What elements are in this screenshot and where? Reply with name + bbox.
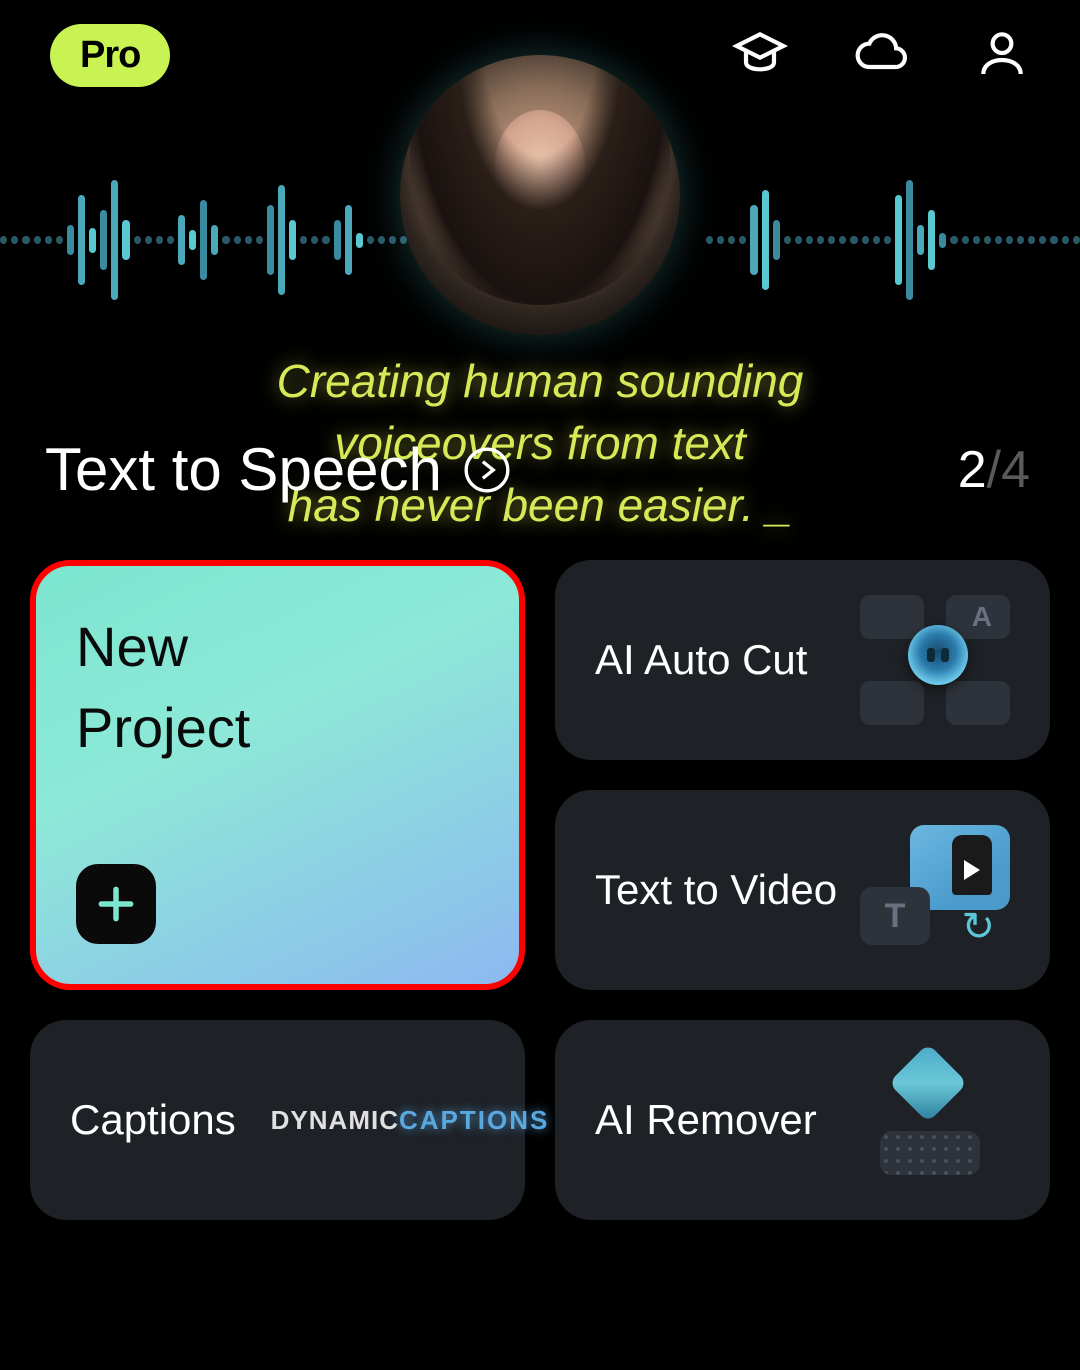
- tagline-line: Creating human sounding: [0, 350, 1080, 412]
- pro-badge[interactable]: Pro: [50, 24, 170, 87]
- counter-total: 4: [1001, 441, 1030, 499]
- new-project-card[interactable]: New Project: [30, 560, 525, 990]
- arrow-right-circle-icon: [462, 445, 512, 495]
- card-label: AI Auto Cut: [595, 636, 807, 684]
- counter-current: 2: [958, 441, 987, 499]
- feature-title-text: Text to Speech: [45, 435, 442, 504]
- profile-icon[interactable]: [974, 25, 1030, 86]
- card-label: Text to Video: [595, 866, 837, 914]
- captions-icon: DYNAMIC CAPTIONS: [335, 1055, 485, 1185]
- slide-counter: 2/4: [958, 440, 1030, 500]
- header-icons: [732, 25, 1030, 86]
- card-label: Captions: [70, 1096, 236, 1144]
- text-to-video-card[interactable]: Text to Video T ↻: [555, 790, 1050, 990]
- feature-title[interactable]: Text to Speech: [45, 435, 512, 504]
- captions-card[interactable]: Captions DYNAMIC CAPTIONS: [30, 1020, 525, 1220]
- new-project-label: New Project: [76, 606, 250, 768]
- cloud-icon[interactable]: [853, 25, 909, 86]
- app-header: Pro: [0, 0, 1080, 110]
- plus-icon: [76, 864, 156, 944]
- feature-title-row: Text to Speech 2/4: [45, 435, 1030, 504]
- feature-grid: New Project AI Auto Cut A Text to Video …: [30, 560, 1050, 1220]
- ai-remover-card[interactable]: AI Remover: [555, 1020, 1050, 1220]
- card-label: AI Remover: [595, 1096, 817, 1144]
- ai-auto-cut-card[interactable]: AI Auto Cut A: [555, 560, 1050, 760]
- ai-auto-cut-icon: A: [860, 595, 1010, 725]
- counter-separator: /: [987, 441, 1001, 499]
- ai-remover-icon: [860, 1055, 1010, 1185]
- text-to-video-icon: T ↻: [860, 825, 1010, 955]
- education-icon[interactable]: [732, 25, 788, 86]
